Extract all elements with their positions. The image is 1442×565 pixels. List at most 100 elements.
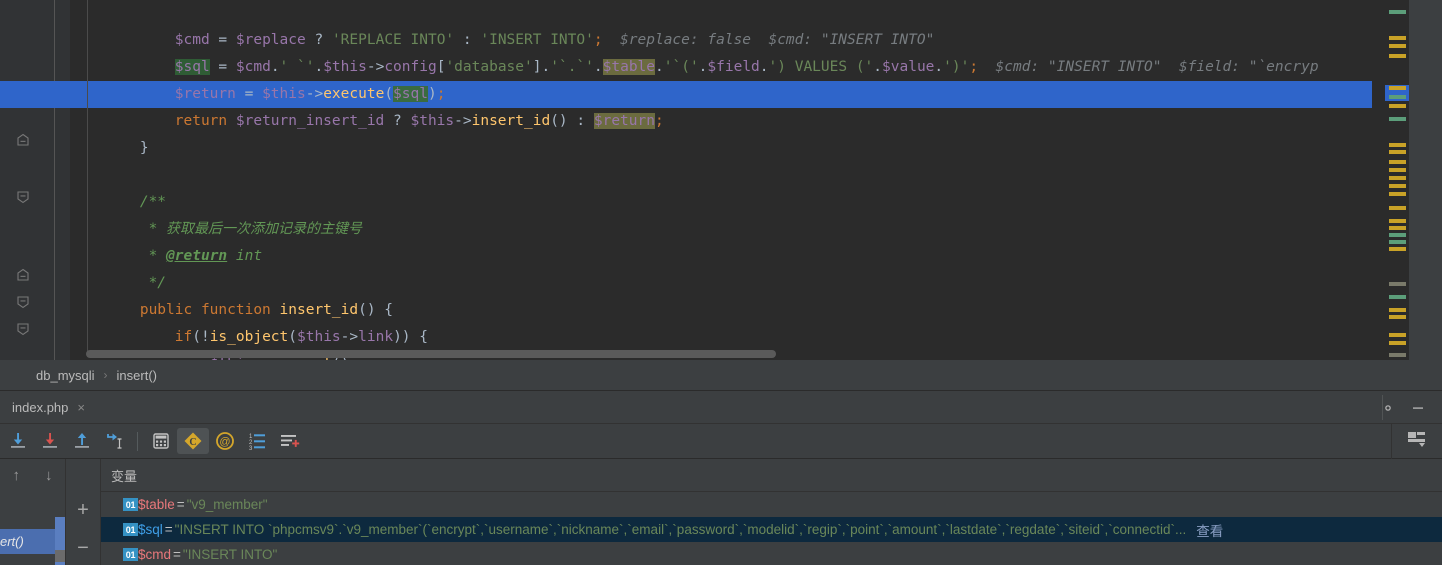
code-line[interactable]: $return = $this->execute($sql); — [70, 81, 445, 108]
code-token: () { — [358, 302, 394, 318]
marker-stripe-item[interactable] — [1389, 341, 1406, 345]
marker-stripe-item[interactable] — [1389, 176, 1406, 180]
close-icon[interactable]: × — [77, 401, 85, 414]
marker-stripe-item[interactable] — [1389, 219, 1406, 223]
code-line[interactable]: * @return int — [70, 243, 263, 270]
marker-stripe-item[interactable] — [1389, 282, 1406, 286]
fold-collapsed-icon[interactable] — [16, 268, 30, 282]
marker-stripe-item[interactable] — [1389, 36, 1406, 40]
marker-stripe-item[interactable] — [1389, 206, 1406, 210]
marker-stripe-item[interactable] — [1389, 95, 1406, 99]
code-token: = — [218, 32, 236, 48]
step-into-icon[interactable] — [2, 428, 34, 454]
tab-index-php[interactable]: index.php × — [0, 391, 93, 424]
marker-stripe-item[interactable] — [1389, 150, 1406, 154]
code-token: link — [358, 329, 394, 345]
code-token: -> — [305, 86, 324, 102]
code-token: $return — [174, 86, 245, 102]
code-token: $this — [297, 329, 341, 345]
code-line[interactable]: */ — [70, 270, 166, 297]
code-line[interactable]: $cmd = $replace ? 'REPLACE INTO' : 'INSE… — [70, 27, 935, 54]
marker-stripe-item[interactable] — [1389, 160, 1406, 164]
marker-stripe-item[interactable] — [1389, 315, 1406, 319]
code-line[interactable]: * 获取最后一次添加记录的主键号 — [70, 216, 362, 243]
code-line[interactable]: } — [70, 135, 149, 162]
tab-label: index.php — [12, 399, 69, 415]
marker-stripe-item[interactable] — [1389, 226, 1406, 230]
sort-values-icon[interactable]: 1 2 3 — [241, 428, 273, 454]
marker-stripe-item[interactable] — [1389, 247, 1406, 251]
fold-expanded-icon[interactable] — [16, 295, 30, 309]
marker-stripe-item[interactable] — [1389, 308, 1406, 312]
code-line[interactable]: return $return_insert_id ? $this->insert… — [70, 108, 664, 135]
marker-stripe-item[interactable] — [1389, 143, 1406, 147]
add-to-watches-icon[interactable] — [273, 428, 305, 454]
fold-collapsed-icon[interactable] — [16, 133, 30, 147]
code-token: . — [934, 59, 944, 75]
frame-down-icon[interactable]: ↓ — [45, 467, 53, 484]
marker-stripe-item[interactable] — [1389, 168, 1406, 172]
variables-list[interactable]: 01 $table = "v9_member" 01 $sql = "INSERT… — [101, 492, 1442, 565]
marker-stripe-item[interactable] — [1389, 192, 1406, 196]
marker-stripe-item[interactable] — [1389, 86, 1406, 90]
variables-tab[interactable]: 变量 — [101, 459, 1442, 492]
fold-expanded-icon[interactable] — [16, 322, 30, 336]
marker-stripe-item[interactable] — [1389, 184, 1406, 188]
code-token: config — [384, 59, 437, 75]
code-token: function — [200, 302, 280, 318]
marker-stripe-item[interactable] — [1389, 10, 1406, 14]
restore-layout-icon[interactable] — [1406, 428, 1428, 455]
step-out-icon[interactable] — [66, 428, 98, 454]
code-editor[interactable]: $cmd = $replace ? 'REPLACE INTO' : 'INSE… — [0, 0, 1442, 360]
breadcrumb-separator-icon: › — [103, 368, 108, 382]
marker-stripe-item[interactable] — [1389, 353, 1406, 357]
variable-value: "INSERT INTO `phpcmsv9`.`v9_member`(`enc… — [174, 522, 1187, 537]
code-token: $replace — [235, 32, 315, 48]
gear-icon[interactable] — [1380, 400, 1396, 416]
marker-stripe-item[interactable] — [1389, 333, 1406, 337]
code-token: -> — [454, 113, 472, 129]
toolbar-divider — [137, 431, 138, 451]
add-watch-button[interactable]: + — [66, 500, 100, 520]
marker-stripe-item[interactable] — [1389, 54, 1406, 58]
view-value-link[interactable]: 查看 — [1196, 520, 1223, 540]
marker-stripe-item[interactable] — [1389, 240, 1406, 244]
code-token: '`(' — [663, 59, 699, 75]
frame-up-icon[interactable]: ↑ — [13, 467, 21, 484]
editor-marker-stripe[interactable] — [1385, 0, 1409, 360]
code-line[interactable]: $sql = $cmd.' `'.$this->config['database… — [70, 54, 1319, 81]
code-token: ; — [593, 32, 603, 48]
at-icon[interactable]: @ — [209, 428, 241, 454]
code-text[interactable]: $cmd = $replace ? 'REPLACE INTO' : 'INSE… — [70, 0, 1442, 360]
code-token: $this — [410, 113, 455, 129]
code-token: ( — [384, 86, 394, 102]
gutter-divider — [54, 0, 55, 360]
code-token: : — [462, 32, 481, 48]
breadcrumb: db_mysqli › insert() — [0, 360, 1442, 391]
breadcrumb-class[interactable]: db_mysqli — [34, 368, 97, 383]
code-token: $cmd — [235, 59, 271, 75]
evaluate-expression-icon[interactable] — [145, 428, 177, 454]
marker-stripe-item[interactable] — [1389, 104, 1406, 108]
remove-watch-button[interactable]: − — [66, 538, 100, 558]
marker-stripe-item[interactable] — [1389, 44, 1406, 48]
variable-row[interactable]: 01 $sql = "INSERT INTO `phpcmsv9`.`v9_me… — [101, 517, 1442, 542]
variable-row[interactable]: 01 $table = "v9_member" — [101, 492, 1442, 517]
marker-stripe-item[interactable] — [1389, 233, 1406, 237]
code-token: -> — [340, 329, 359, 345]
code-token: (! — [192, 329, 210, 345]
editor-horizontal-scrollbar[interactable] — [86, 350, 776, 358]
code-line[interactable]: if(!is_object($this->link)) { — [70, 324, 428, 351]
force-step-into-icon[interactable] — [34, 428, 66, 454]
minimize-icon[interactable] — [1410, 400, 1426, 416]
frames-scrollbar-thumb[interactable] — [55, 550, 65, 562]
marker-stripe-item[interactable] — [1389, 295, 1406, 299]
code-line[interactable]: public function insert_id() { — [70, 297, 393, 324]
breadcrumb-method[interactable]: insert() — [115, 368, 159, 383]
marker-stripe-item[interactable] — [1389, 117, 1406, 121]
code-line[interactable]: /** — [70, 189, 166, 216]
php-c-icon[interactable]: C — [177, 428, 209, 454]
fold-expanded-icon[interactable] — [16, 190, 30, 204]
variable-row[interactable]: 01 $cmd = "INSERT INTO" — [101, 542, 1442, 565]
run-to-cursor-icon[interactable] — [98, 428, 130, 454]
